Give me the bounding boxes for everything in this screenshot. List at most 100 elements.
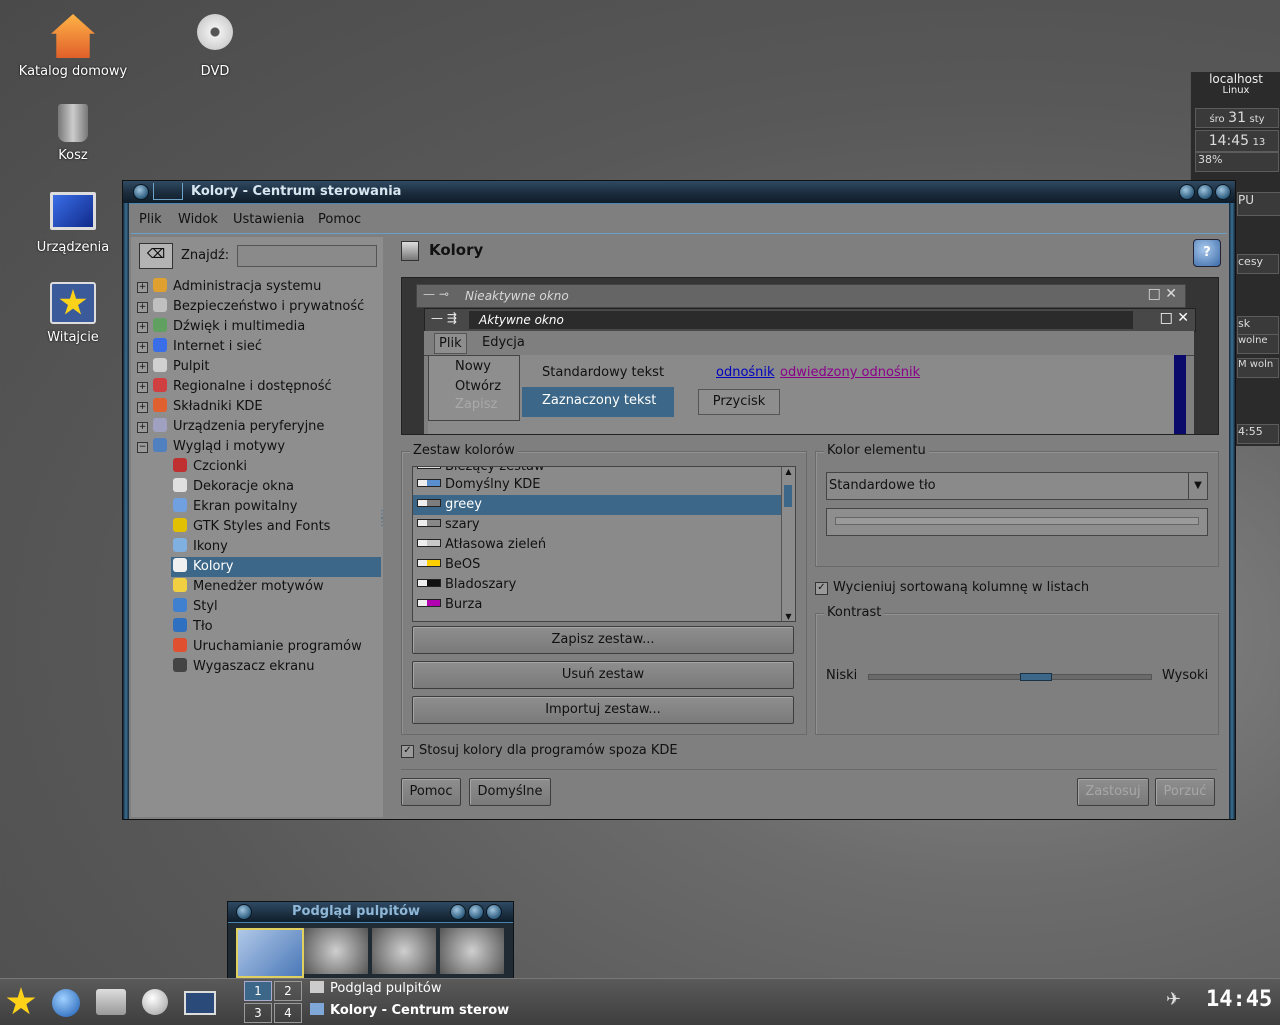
apply-button[interactable]: Zastosuj [1077, 778, 1149, 806]
network-icon[interactable]: ✈ [1166, 989, 1188, 1013]
import-scheme-button[interactable]: Importuj zestaw... [412, 696, 794, 724]
pager-desktop-3[interactable]: 3 [244, 1003, 272, 1023]
scroll-thumb[interactable] [784, 485, 792, 507]
search-input[interactable] [237, 245, 377, 267]
close-button[interactable] [1215, 184, 1231, 200]
tree-subitem[interactable]: Tło [171, 617, 381, 637]
pager-minimize-button[interactable] [450, 904, 466, 920]
menu-file[interactable]: Plik [139, 212, 162, 227]
expand-icon[interactable]: + [137, 322, 148, 333]
pager-maximize-button[interactable] [468, 904, 484, 920]
tree-item[interactable]: + Składniki KDE [131, 397, 383, 417]
window-titlebar[interactable]: Kolory - Centrum sterowania [123, 181, 1235, 204]
pager-titlebar[interactable]: Podgląd pulpitów [228, 902, 513, 923]
defaults-button[interactable]: Domyślne [469, 778, 551, 806]
expand-icon[interactable]: + [137, 362, 148, 373]
expand-icon[interactable]: + [137, 302, 148, 313]
desktop-icon-trash[interactable]: Kosz [18, 104, 128, 163]
tree-item[interactable]: + Dźwięk i multimedia [131, 317, 383, 337]
desktop-icon-home[interactable]: Katalog domowy [18, 14, 128, 79]
mail-icon[interactable] [96, 989, 126, 1015]
desktop-icon-dvd[interactable]: DVD [160, 14, 270, 79]
pager-desktop-4[interactable]: 4 [274, 1003, 302, 1023]
help-button[interactable]: Pomoc [401, 778, 461, 806]
expand-icon[interactable]: + [137, 402, 148, 413]
maximize-button[interactable] [1197, 184, 1213, 200]
desktop-icon-devices[interactable]: Urządzenia [18, 192, 128, 255]
desktop-icon[interactable] [184, 991, 216, 1015]
color-scheme-list[interactable]: Bieżący zestaw Domyślny KDE greey szary Atł… [412, 466, 796, 622]
remove-scheme-button[interactable]: Usuń zestaw [412, 661, 794, 689]
contrast-slider[interactable] [868, 673, 1152, 681]
expand-icon[interactable]: + [137, 382, 148, 393]
module-icon [173, 518, 187, 532]
list-item[interactable]: greey [413, 495, 781, 515]
tree-subitem[interactable]: Dekoracje okna [171, 477, 381, 497]
slider-handle[interactable] [1020, 673, 1052, 681]
reset-button[interactable]: Porzuć [1155, 778, 1215, 806]
tree-subitem[interactable]: Styl [171, 597, 381, 617]
tree-item[interactable]: + Administracja systemu [131, 277, 383, 297]
help-icon[interactable]: ? [1193, 239, 1221, 267]
expand-icon[interactable]: + [137, 422, 148, 433]
splitter-handle[interactable]: ⋮⋮ [377, 510, 387, 541]
save-scheme-button[interactable]: Zapisz zestaw... [412, 626, 794, 654]
task-control-center[interactable]: Kolory - Centrum sterow [310, 1003, 550, 1023]
tree-item[interactable]: + Regionalne i dostępność [131, 377, 383, 397]
minimize-button[interactable] [1179, 184, 1195, 200]
active-window-title: Aktywne okno [479, 313, 564, 327]
pager-desktop-thumb-1[interactable] [236, 928, 304, 978]
category-icon [153, 298, 167, 312]
menu-view[interactable]: Widok [178, 212, 218, 227]
category-icon [153, 318, 167, 332]
menu-help[interactable]: Pomoc [318, 212, 361, 227]
chevron-down-icon[interactable]: ▼ [1188, 473, 1207, 499]
pager-desktop-1[interactable]: 1 [244, 981, 272, 1001]
tree-subitem[interactable]: Czcionki [171, 457, 381, 477]
list-item[interactable]: Burza [413, 595, 781, 615]
taskbar-clock[interactable]: 14:45 [1206, 987, 1272, 1012]
tree-item[interactable]: + Urządzenia peryferyjne [131, 417, 383, 437]
sticky-button[interactable] [153, 183, 183, 200]
widget-select[interactable]: Standardowe tło ▼ [826, 472, 1208, 500]
window-frame-right [1229, 203, 1235, 819]
task-pager[interactable]: Podgląd pulpitów [310, 981, 550, 1001]
list-item[interactable]: Domyślny KDE [413, 475, 781, 495]
settings-icon[interactable] [142, 989, 168, 1015]
tree-subitem[interactable]: GTK Styles and Fonts [171, 517, 381, 537]
tree-subitem[interactable]: Wygaszacz ekranu [171, 657, 381, 677]
list-item[interactable]: szary [413, 515, 781, 535]
list-scrollbar[interactable]: ▲ ▼ [781, 467, 795, 621]
tree-subitem[interactable]: Menedżer motywów [171, 577, 381, 597]
expand-icon[interactable]: + [137, 282, 148, 293]
shade-column-checkbox[interactable]: ✓ [815, 582, 828, 595]
window-menu-button[interactable] [133, 184, 149, 200]
tree-subitem[interactable]: Uruchamianie programów [171, 637, 381, 657]
collapse-icon[interactable]: − [137, 442, 148, 453]
pager-menu-button[interactable] [236, 904, 252, 920]
browser-icon[interactable] [52, 989, 80, 1017]
clear-search-button[interactable]: ⌫ [139, 243, 173, 269]
apply-nonkde-checkbox[interactable]: ✓ [401, 745, 414, 758]
kmenu-star-icon[interactable] [6, 987, 36, 1015]
pager-desktop-thumb-3[interactable] [372, 928, 436, 974]
pager-desktop-2[interactable]: 2 [274, 981, 302, 1001]
color-button[interactable] [826, 508, 1208, 536]
tree-item[interactable]: + Bezpieczeństwo i prywatność [131, 297, 383, 317]
pager-close-button[interactable] [486, 904, 502, 920]
desktop-icon-welcome[interactable]: Witajcie [18, 282, 128, 345]
list-item[interactable]: BeOS [413, 555, 781, 575]
tree-item[interactable]: − Wygląd i motywy [131, 437, 383, 457]
menu-settings[interactable]: Ustawienia [233, 212, 304, 227]
tree-item[interactable]: + Pulpit [131, 357, 383, 377]
list-item[interactable]: Atłasowa zieleń [413, 535, 781, 555]
list-item[interactable]: Bladoszary [413, 575, 781, 595]
pager-desktop-thumb-2[interactable] [304, 928, 368, 974]
pager-desktop-thumb-4[interactable] [440, 928, 504, 974]
monitor-partial-3: sk [1237, 316, 1279, 336]
tree-subitem[interactable]: Ekran powitalny [171, 497, 381, 517]
tree-subitem[interactable]: Ikony [171, 537, 381, 557]
tree-item[interactable]: + Internet i sieć [131, 337, 383, 357]
tree-subitem[interactable]: Kolory [171, 557, 381, 577]
expand-icon[interactable]: + [137, 342, 148, 353]
